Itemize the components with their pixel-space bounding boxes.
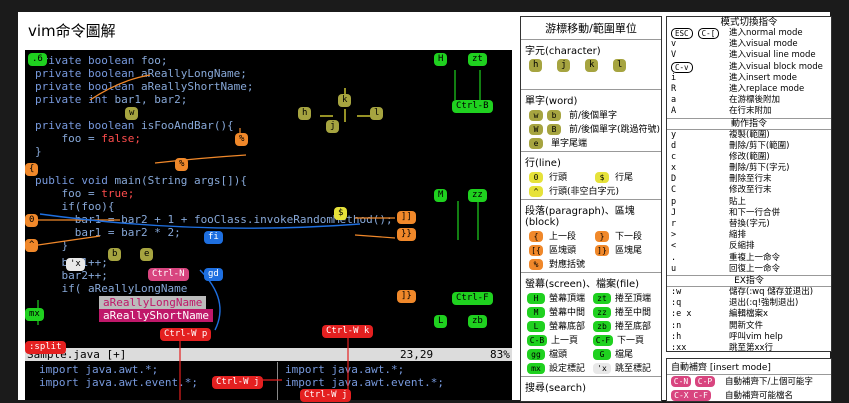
hjkl-diagram: h j k l: [521, 59, 661, 89]
section-paragraph: 段落(paragraph)、區塊(block): [521, 199, 661, 230]
word-row-2: W B 前/後個單字(跳過符號): [521, 123, 661, 137]
ex-title: EX指令: [667, 274, 831, 287]
panel-move-title: 游標移動/範圍單位: [521, 17, 661, 40]
action-row-d: d 刪除/剪下(範圍): [671, 140, 790, 151]
section-character: 字元(character): [525, 46, 601, 57]
action-row-c: c 修改(範圍): [671, 151, 770, 162]
action-row-u: u 回復上一命令: [671, 263, 781, 274]
key-brace-r1: ]]: [397, 211, 416, 224]
action-title: 動作指令: [667, 117, 831, 130]
action-row-C: C 修改至行末: [671, 185, 772, 196]
key-ctrl-w-j-2: Ctrl-W j: [300, 389, 352, 402]
key-caret: ^: [25, 239, 39, 252]
key-w: w: [125, 107, 139, 120]
mode-row-v: v 進入visual mode: [671, 39, 798, 50]
key-zb: zb: [468, 315, 487, 328]
panel-autocomplete: 自動補齊 [insert mode] C-N C-P 自動補齊下/上個可能字 C…: [666, 358, 832, 402]
mode-row-V: V 進入visual line mode: [671, 50, 816, 61]
key-tick-x: 'x: [66, 258, 85, 271]
mode-row-A: A 在行末附加: [671, 106, 772, 117]
section-search: 搜尋(search): [521, 376, 661, 396]
key-count-6: .6: [28, 53, 47, 66]
key-fi: fi: [204, 231, 223, 244]
ex-row-q: :q 退出(:q!強制退出): [671, 298, 799, 309]
line-row-2: ^ 行頭(非空白字元): [521, 185, 661, 199]
action-row-J: J 和下一行合併: [671, 207, 781, 218]
screen-row-1: H 螢幕頂端 zt 捲至頂端: [521, 292, 661, 306]
para-row-2: [{ 區塊頭 ]} 區塊尾: [521, 244, 661, 258]
panel-key-k: k: [585, 59, 599, 72]
key-ctrl-w-p: Ctrl-W p: [160, 328, 212, 341]
panel-key-l: l: [613, 59, 627, 72]
mode-row-R: R 進入replace mode: [671, 83, 805, 94]
panel-mode-title: 模式切換指令: [720, 17, 778, 28]
section-screen: 螢幕(screen)、檔案(file): [521, 272, 661, 292]
key-ctrl-n: Ctrl-N: [148, 268, 189, 281]
action-row-y: y 複製(範圍): [671, 129, 770, 140]
key-lbrace: {: [25, 163, 39, 176]
mode-row-cv: C-v 進入visual block mode: [667, 61, 831, 73]
ex-row-w: :w 儲存(:wq 儲存並退出): [671, 286, 814, 297]
screen-row-4: C-B 上一頁 C-F 下一頁: [521, 334, 661, 348]
screen-row-3: L 螢幕底部 zb 捲至底部: [521, 320, 661, 334]
key-ctrl-w-j: Ctrl-W j: [212, 376, 264, 389]
action-row-p: p 貼上: [671, 196, 747, 207]
panel-cursor-movement: 游標移動/範圍單位 字元(character) h j k l 單字(word)…: [520, 16, 662, 402]
key-ctrl-b: Ctrl-B: [452, 100, 493, 113]
key-j: j: [326, 120, 340, 133]
screen-row-5: gg 檔頭 G 檔尾: [521, 348, 661, 362]
key-M: M: [434, 189, 448, 202]
para-row-1: { 上一段 } 下一段: [521, 230, 661, 244]
section-word: 單字(word): [521, 89, 661, 109]
action-row-lt: < 反縮排: [671, 241, 755, 252]
key-percent-2: %: [175, 158, 189, 171]
key-h: h: [298, 107, 312, 120]
mode-row-esc: ESC C-[ 進入normal mode: [667, 28, 831, 39]
key-brace-r2: }}: [397, 228, 416, 241]
key-e: e: [140, 248, 154, 261]
word-row-3: e 單字尾端: [521, 137, 661, 151]
panel-key-j: j: [557, 59, 571, 72]
key-ctrl-f: Ctrl-F: [452, 292, 493, 305]
panel-key-h: h: [529, 59, 543, 72]
key-l: l: [370, 107, 384, 120]
panel-mode-switch: 模式切換指令 ESC C-[ 進入normal mode v 進入visual m…: [666, 16, 832, 353]
action-row-D: D 刪除至行末: [671, 174, 772, 185]
key-zt: zt: [468, 53, 487, 66]
key-b: b: [108, 248, 122, 261]
key-gd: gd: [204, 268, 223, 281]
action-row-r: r 替換(字元): [671, 219, 770, 229]
action-row-x: x 刪除/剪下(字元): [671, 163, 790, 174]
screen-row-6: mx 設定標記 'x 跳至標記: [521, 362, 661, 376]
ex-row-xx: :xx 跳至第xx行: [671, 342, 774, 353]
key-zz: zz: [468, 189, 487, 202]
key-brace-r4: ]}: [397, 290, 416, 303]
ex-row-h: :h 呼叫vim help: [671, 331, 783, 342]
key-zero: 0: [25, 214, 39, 227]
action-row-gt: > 縮排: [671, 230, 747, 241]
key-percent: %: [235, 133, 249, 146]
word-row-1: w b 前/後個單字: [521, 109, 661, 123]
autocomplete-row-2: C-X C-F 自動補齊可能檔名: [667, 389, 831, 403]
ex-row-n: :n 開新文件: [671, 320, 764, 331]
autocomplete-row-1: C-N C-P 自動補齊下/上個可能字: [667, 375, 831, 389]
ex-row-e: :e x 編輯檔案x: [671, 309, 769, 320]
key-L: L: [434, 315, 448, 328]
key-split: :split: [25, 341, 66, 354]
section-line: 行(line): [521, 151, 661, 171]
mode-row-i: i 進入insert mode: [671, 72, 798, 83]
key-dollar: $: [334, 207, 348, 220]
key-k: k: [338, 94, 352, 107]
screen-row-2: M 螢幕中間 zz 捲至中間: [521, 306, 661, 320]
key-ctrl-w-k: Ctrl-W k: [322, 325, 374, 338]
line-row-1: 0 行頭 $ 行尾: [521, 171, 661, 185]
key-H: H: [434, 53, 448, 66]
key-mx: mx: [25, 308, 44, 321]
action-row-dot: . 重複上一命令: [671, 252, 781, 263]
para-row-3: % 對應括號: [521, 258, 661, 272]
autocomplete-title: 自動補齊 [insert mode]: [667, 359, 831, 375]
mode-row-a: a 在游標後附加: [671, 95, 781, 106]
